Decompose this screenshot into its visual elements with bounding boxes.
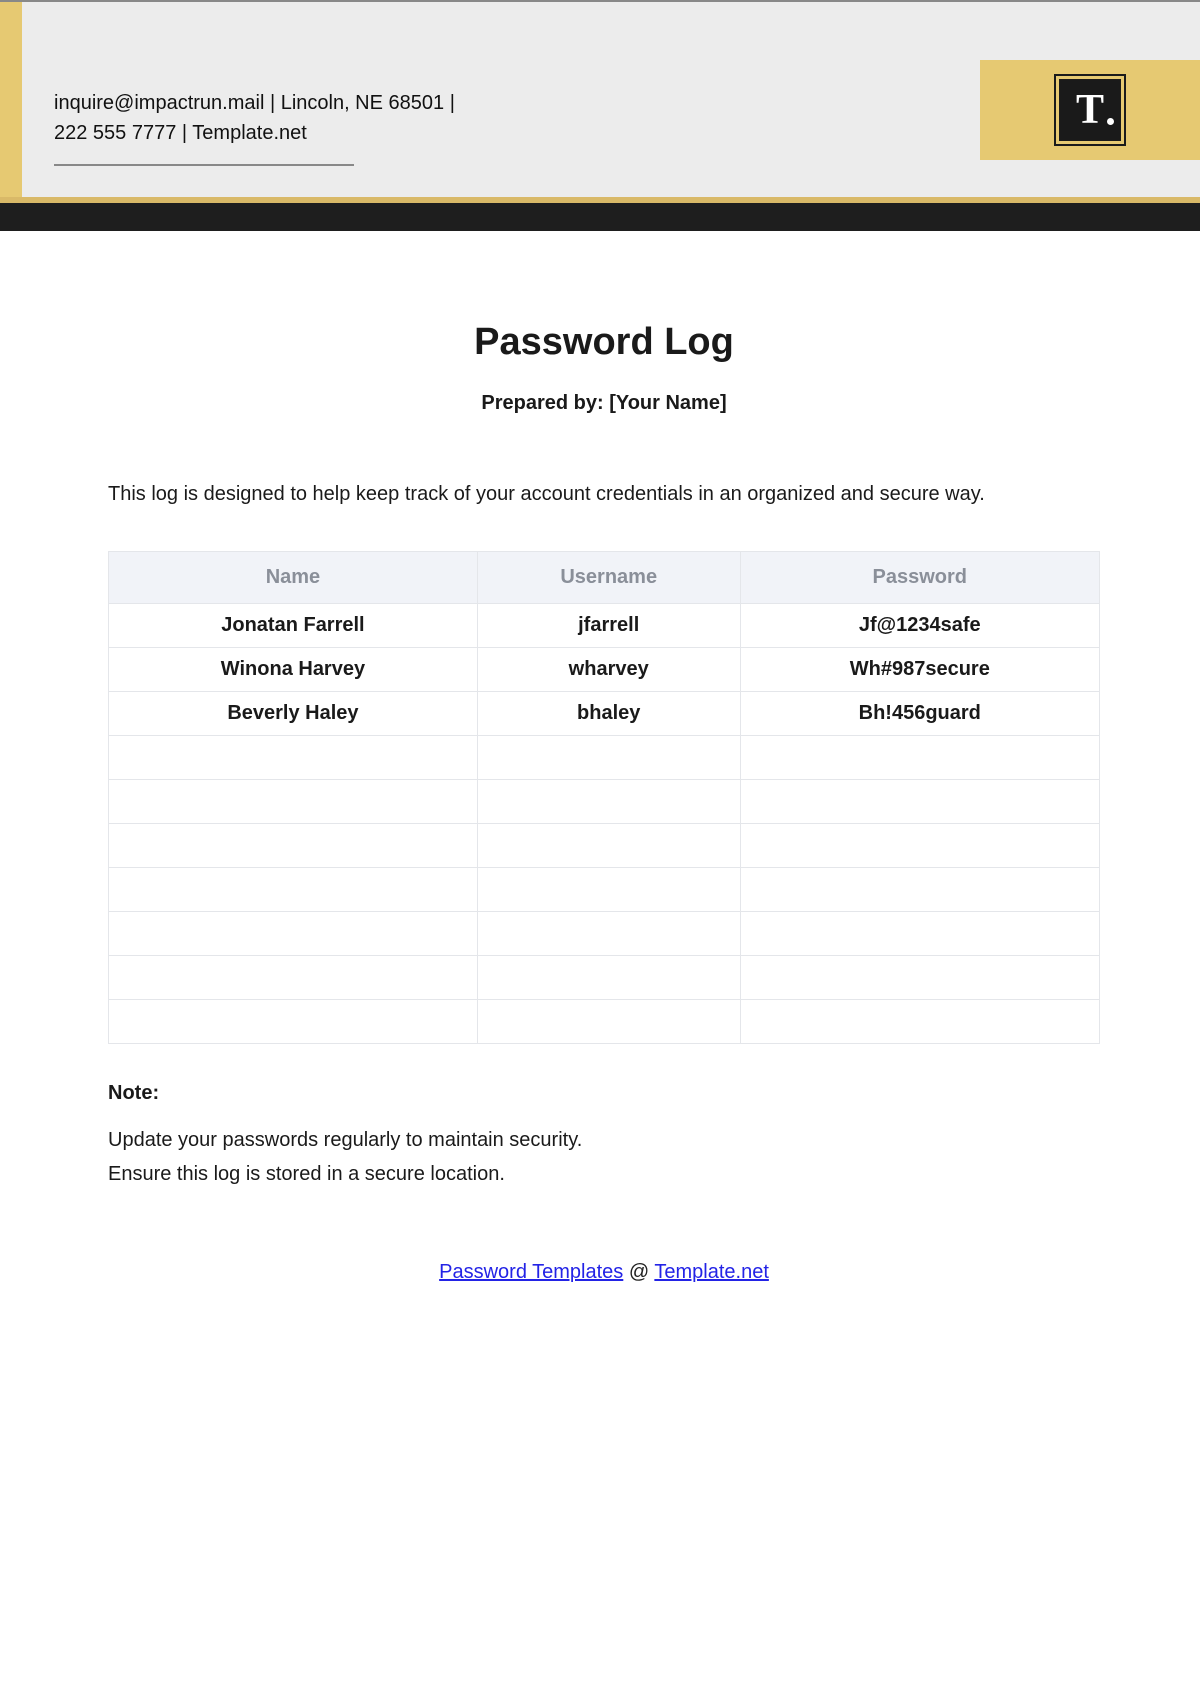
header: inquire@impactrun.mail | Lincoln, NE 685… xyxy=(0,2,1200,197)
page-subtitle: Prepared by: [Your Name] xyxy=(108,392,1100,415)
footer-link-site[interactable]: Template.net xyxy=(654,1261,769,1283)
table-cell-empty xyxy=(740,780,1099,824)
table-cell-empty xyxy=(740,1000,1099,1044)
table-cell-empty xyxy=(477,868,740,912)
table-cell-empty xyxy=(477,824,740,868)
col-header-name: Name xyxy=(109,552,478,604)
footer-at: @ xyxy=(623,1261,654,1283)
table-cell-empty xyxy=(740,956,1099,1000)
footer-link-templates[interactable]: Password Templates xyxy=(439,1261,623,1283)
table-cell-empty xyxy=(109,956,478,1000)
table-cell-empty xyxy=(477,912,740,956)
table-header-row: Name Username Password xyxy=(109,552,1100,604)
table-cell: Winona Harvey xyxy=(109,648,478,692)
intro-text: This log is designed to help keep track … xyxy=(108,477,1100,511)
table-row-empty xyxy=(109,736,1100,780)
table-cell-empty xyxy=(740,824,1099,868)
main-content: Password Log Prepared by: [Your Name] Th… xyxy=(0,231,1200,1324)
table-row-empty xyxy=(109,780,1100,824)
note-line: Ensure this log is stored in a secure lo… xyxy=(108,1157,1100,1191)
table-cell-empty xyxy=(109,912,478,956)
col-header-password: Password xyxy=(740,552,1099,604)
table-row-empty xyxy=(109,868,1100,912)
table-cell-empty xyxy=(740,736,1099,780)
table-row: Jonatan FarrelljfarrellJf@1234safe xyxy=(109,604,1100,648)
password-table: Name Username Password Jonatan Farrelljf… xyxy=(108,551,1100,1044)
table-cell-empty xyxy=(477,1000,740,1044)
black-bar xyxy=(0,203,1200,231)
table-cell-empty xyxy=(477,780,740,824)
footer: Password Templates @ Template.net xyxy=(108,1261,1100,1324)
table-cell: Jf@1234safe xyxy=(740,604,1099,648)
table-cell-empty xyxy=(477,736,740,780)
table-cell: jfarrell xyxy=(477,604,740,648)
table-row: Winona HarveywharveyWh#987secure xyxy=(109,648,1100,692)
page-title: Password Log xyxy=(108,321,1100,364)
table-cell: Bh!456guard xyxy=(740,692,1099,736)
table-cell-empty xyxy=(109,868,478,912)
logo-panel: T xyxy=(980,60,1200,160)
table-cell: Jonatan Farrell xyxy=(109,604,478,648)
note-heading: Note: xyxy=(108,1082,1100,1105)
table-cell-empty xyxy=(740,868,1099,912)
logo-box: T xyxy=(1056,76,1124,144)
yellow-accent-strip xyxy=(0,2,22,197)
table-cell-empty xyxy=(109,1000,478,1044)
logo-letter: T xyxy=(1076,89,1104,131)
table-cell-empty xyxy=(740,912,1099,956)
table-row-empty xyxy=(109,912,1100,956)
table-cell-empty xyxy=(109,824,478,868)
table-cell-empty xyxy=(109,736,478,780)
col-header-username: Username xyxy=(477,552,740,604)
table-row-empty xyxy=(109,956,1100,1000)
table-cell: bhaley xyxy=(477,692,740,736)
table-row: Beverly HaleybhaleyBh!456guard xyxy=(109,692,1100,736)
header-divider xyxy=(54,164,354,166)
table-cell-empty xyxy=(109,780,478,824)
table-row-empty xyxy=(109,824,1100,868)
table-cell: Wh#987secure xyxy=(740,648,1099,692)
table-row-empty xyxy=(109,1000,1100,1044)
table-cell: Beverly Haley xyxy=(109,692,478,736)
note-line: Update your passwords regularly to maint… xyxy=(108,1123,1100,1157)
table-cell-empty xyxy=(477,956,740,1000)
table-cell: wharvey xyxy=(477,648,740,692)
